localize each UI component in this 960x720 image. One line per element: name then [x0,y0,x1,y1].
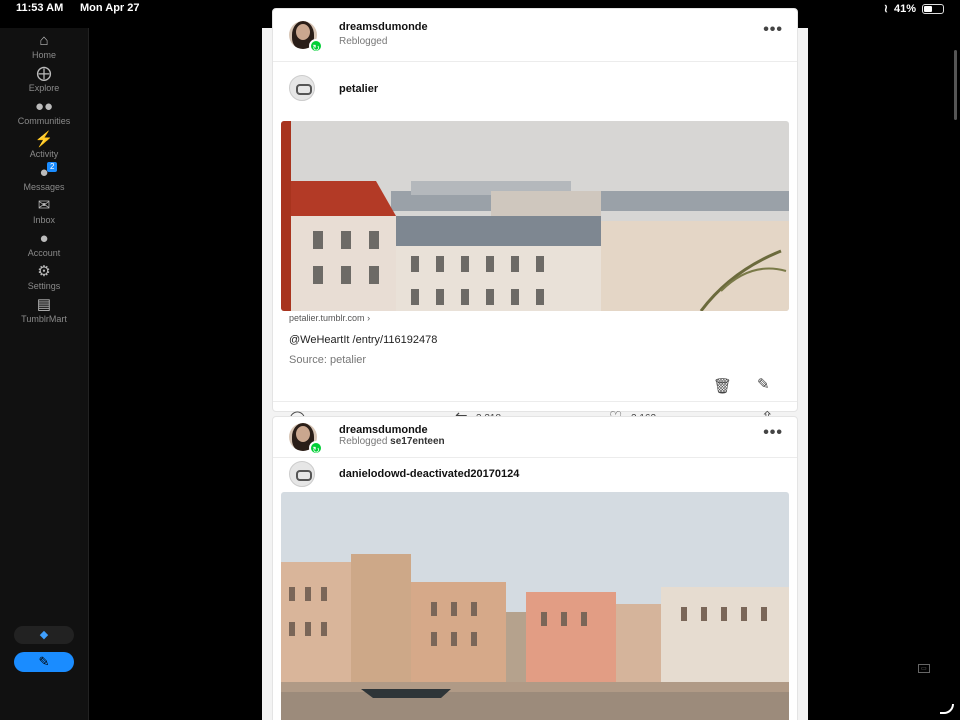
post-image-rooftops[interactable] [281,121,789,311]
venice-canal-illustration [281,492,789,720]
sidebar-item-activity[interactable]: ⚡ Activity [0,131,88,159]
sidebar-item-communities[interactable]: ●● Communities [0,98,88,126]
sidebar-item-inbox[interactable]: ✉ Inbox [0,197,88,225]
rooftops-illustration [281,121,789,311]
reblog-line: Reblogged se17enteen [339,436,445,447]
gear-icon: ⚙ [37,263,51,280]
chat-icon: ● [39,164,49,181]
battery-icon [922,3,944,14]
delete-icon[interactable]: 🗑 [713,377,732,395]
divider [273,457,797,458]
post-card: ↻ dreamsdumonde Reblogged ••• petalier p… [272,8,798,427]
compass-icon: ⨁ [36,65,52,82]
edit-icon[interactable]: ✎ [757,375,770,393]
sidebar-item-account[interactable]: ● Account [0,230,88,258]
sidebar-item-label: Account [27,248,61,258]
scrollbar[interactable] [954,50,957,120]
status-date: Mon Apr 27 [80,2,140,14]
sidebar-item-home[interactable]: ⌂ Home [0,32,88,60]
person-icon: ● [39,230,49,247]
post-image-venice[interactable] [281,492,789,720]
sidebar-item-label: Inbox [32,215,56,225]
pencil-icon: ✎ [38,654,50,669]
sidebar-item-label: Messages [23,182,65,192]
more-options-button[interactable]: ••• [763,424,783,442]
post-card: ↻ dreamsdumonde Reblogged se17enteen •••… [272,416,798,720]
divider [273,401,797,402]
author-name[interactable]: petalier [339,83,378,95]
reblog-label: Reblogged [339,36,388,47]
status-time: 11:53 AM [16,2,64,14]
shop-icon: ▤ [36,296,52,313]
sidebar-item-label: Settings [27,281,61,291]
resize-handle-icon [940,704,954,714]
compose-button[interactable]: ✎ [14,652,74,672]
sidebar-item-label: TumblrMart [21,314,67,324]
envelope-icon: ✉ [37,197,51,214]
people-icon: ●● [34,98,54,115]
premium-button[interactable]: ◆ [14,626,74,644]
sidebar-item-label: Home [31,50,56,60]
sidebar: ⌂ Home ⨁ Explore ●● Communities ⚡ Activi… [0,28,88,720]
chevron-right-icon: › [367,313,371,323]
sidebar-item-tumblrmart[interactable]: ▤ TumblrMart [0,296,88,324]
messages-badge: 2 [47,162,58,172]
reblogger-name[interactable]: dreamsdumonde [339,424,428,436]
diamond-icon: ◆ [39,629,49,641]
sidebar-item-explore[interactable]: ⨁ Explore [0,65,88,93]
home-icon: ⌂ [39,32,49,49]
battery-percent: 41% [893,2,916,15]
post-caption[interactable]: @WeHeartIt /entry/116192478 [289,334,437,346]
source-link[interactable]: petalier.tumblr.com › [289,313,370,323]
sidebar-divider [88,28,89,720]
source-link-text: petalier.tumblr.com [289,313,365,323]
sidebar-item-label: Communities [17,116,71,126]
sidebar-item-label: Activity [29,149,59,159]
more-options-button[interactable]: ••• [763,21,783,39]
sidebar-item-label: Explore [28,83,60,93]
sidebar-item-messages[interactable]: ● 2 Messages [0,162,88,192]
reblog-icon: ↻ [309,441,323,455]
author-name[interactable]: danielodowd-deactivated20170124 [339,468,519,480]
post-source[interactable]: Source: petalier [289,354,366,366]
author-avatar[interactable] [289,461,315,487]
reblogged-from-link[interactable]: se17enteen [390,436,444,447]
reblog-icon: ↻ [309,39,323,53]
dashboard-feed: ↻ dreamsdumonde Reblogged ••• petalier p… [262,8,808,720]
divider [273,61,797,62]
reblog-line: Reblogged [339,36,387,47]
sidebar-item-settings[interactable]: ⚙ Settings [0,263,88,291]
bolt-icon: ⚡ [34,131,54,148]
reblogger-name[interactable]: dreamsdumonde [339,21,428,33]
author-avatar[interactable] [289,75,315,101]
reblog-label: Reblogged [339,436,388,447]
badge-icon: ▭ [918,664,930,673]
